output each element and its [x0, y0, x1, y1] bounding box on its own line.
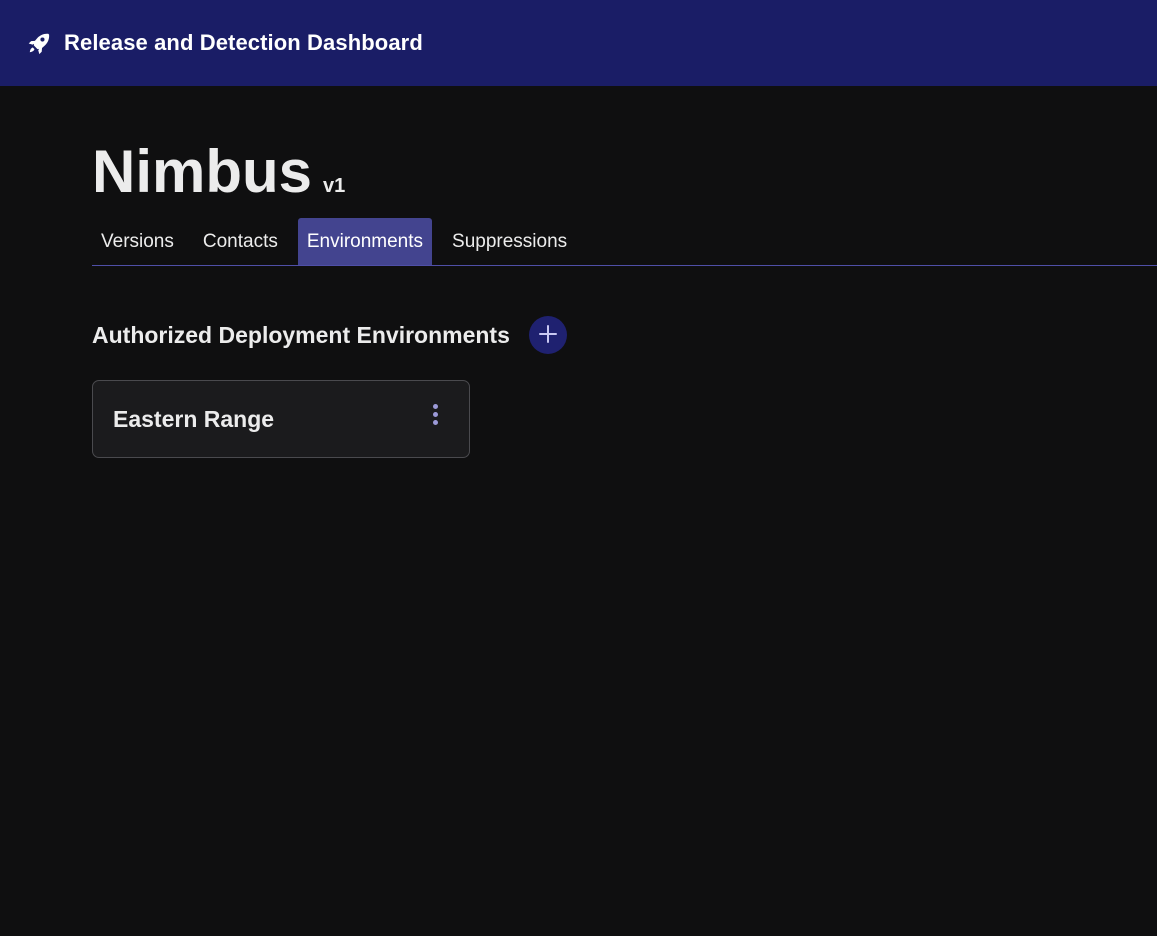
rocket-icon	[26, 30, 52, 56]
app-title: Release and Detection Dashboard	[64, 30, 423, 55]
app-header: Release and Detection Dashboard	[0, 0, 1157, 86]
section-header: Authorized Deployment Environments	[92, 316, 1157, 354]
tab-versions[interactable]: Versions	[92, 218, 183, 265]
main-content: Nimbus v1 Versions Contacts Environments…	[92, 86, 1157, 458]
environment-name: Eastern Range	[113, 406, 275, 432]
plus-icon	[538, 324, 557, 346]
add-environment-button[interactable]	[528, 316, 567, 354]
tab-bar: Versions Contacts Environments Suppressi…	[92, 218, 1157, 266]
tab-environments[interactable]: Environments	[297, 218, 433, 265]
tab-suppressions[interactable]: Suppressions	[443, 218, 576, 265]
more-vertical-icon[interactable]	[423, 399, 447, 429]
project-version: v1	[323, 175, 346, 197]
section-title: Authorized Deployment Environments	[92, 321, 510, 348]
environment-card[interactable]: Eastern Range	[92, 380, 470, 458]
project-heading: Nimbus v1	[92, 136, 1157, 208]
project-name: Nimbus	[92, 138, 313, 205]
tab-contacts[interactable]: Contacts	[194, 218, 287, 265]
